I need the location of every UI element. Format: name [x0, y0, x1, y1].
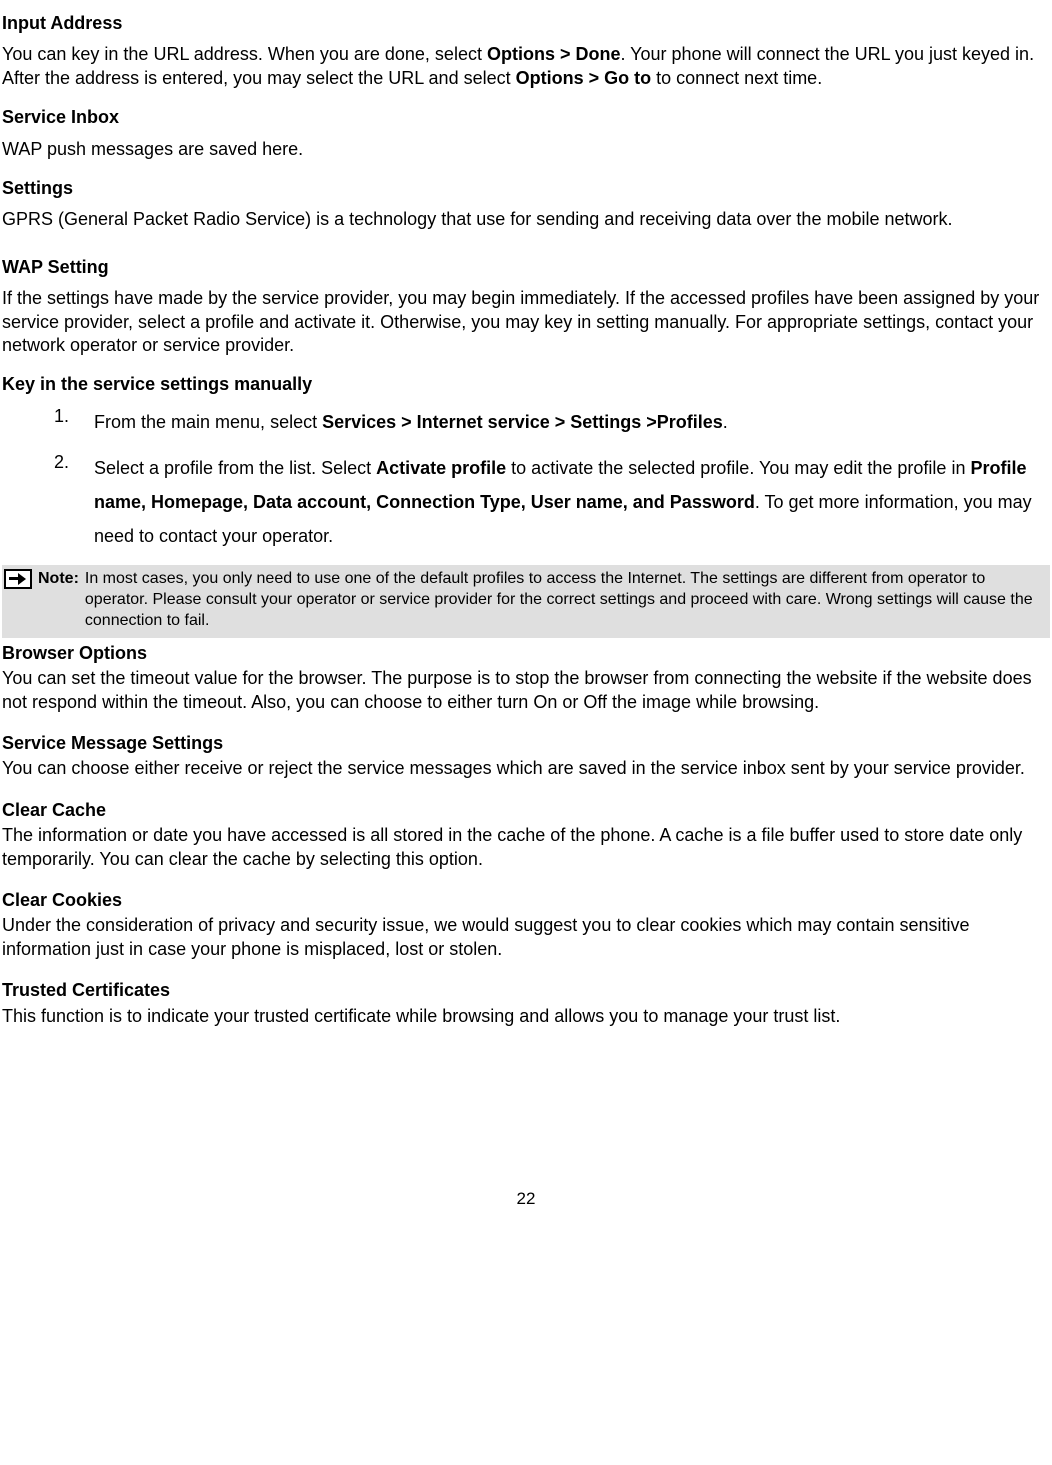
text: to connect next time. — [651, 68, 822, 88]
paragraph-service-message: You can choose either receive or reject … — [2, 757, 1050, 780]
heading-clear-cache: Clear Cache — [2, 799, 1050, 822]
note-box: Note: In most cases, you only need to us… — [2, 565, 1050, 637]
document-page: Input Address You can key in the URL add… — [0, 12, 1052, 1210]
note-icon-wrap — [4, 569, 38, 631]
list-number: 2. — [54, 451, 94, 554]
text: From the main menu, select — [94, 412, 322, 432]
ordered-list: 1. From the main menu, select Services >… — [2, 405, 1050, 554]
heading-clear-cookies: Clear Cookies — [2, 889, 1050, 912]
paragraph-trusted-certs: This function is to indicate your truste… — [2, 1005, 1050, 1028]
bold-text: Activate profile — [376, 458, 506, 478]
text: : — [74, 570, 79, 587]
list-body: From the main menu, select Services > In… — [94, 405, 728, 439]
note-arrow-icon — [4, 569, 32, 589]
text: Select a profile from the list. Select — [94, 458, 376, 478]
text: . — [723, 412, 728, 432]
paragraph-browser-options: You can set the timeout value for the br… — [2, 667, 1050, 714]
paragraph-clear-cookies: Under the consideration of privacy and s… — [2, 914, 1050, 961]
note-text: In most cases, you only need to use one … — [85, 569, 1048, 631]
heading-settings: Settings — [2, 177, 1050, 200]
bold-text: Services > Internet service > Settings >… — [322, 412, 723, 432]
list-item: 1. From the main menu, select Services >… — [54, 405, 1050, 439]
heading-trusted-certs: Trusted Certificates — [2, 979, 1050, 1002]
bold-text: Options > Done — [487, 44, 621, 64]
text: to activate the selected profile. You ma… — [506, 458, 970, 478]
heading-key-in: Key in the service settings manually — [2, 373, 1050, 396]
paragraph-clear-cache: The information or date you have accesse… — [2, 824, 1050, 871]
page-number: 22 — [2, 1188, 1050, 1210]
list-number: 1. — [54, 405, 94, 439]
bold-text: Options > Go to — [516, 68, 652, 88]
text: You can key in the URL address. When you… — [2, 44, 487, 64]
paragraph-settings: GPRS (General Packet Radio Service) is a… — [2, 208, 1050, 231]
list-item: 2. Select a profile from the list. Selec… — [54, 451, 1050, 554]
paragraph-input-address: You can key in the URL address. When you… — [2, 43, 1050, 90]
paragraph-service-inbox: WAP push messages are saved here. — [2, 138, 1050, 161]
heading-input-address: Input Address — [2, 12, 1050, 35]
heading-browser-options: Browser Options — [2, 642, 1050, 665]
note-label: Note: — [38, 569, 85, 631]
heading-service-inbox: Service Inbox — [2, 106, 1050, 129]
heading-service-message: Service Message Settings — [2, 732, 1050, 755]
paragraph-wap-setting: If the settings have made by the service… — [2, 287, 1050, 357]
heading-wap-setting: WAP Setting — [2, 256, 1050, 279]
list-body: Select a profile from the list. Select A… — [94, 451, 1050, 554]
text: Note — [38, 570, 74, 587]
